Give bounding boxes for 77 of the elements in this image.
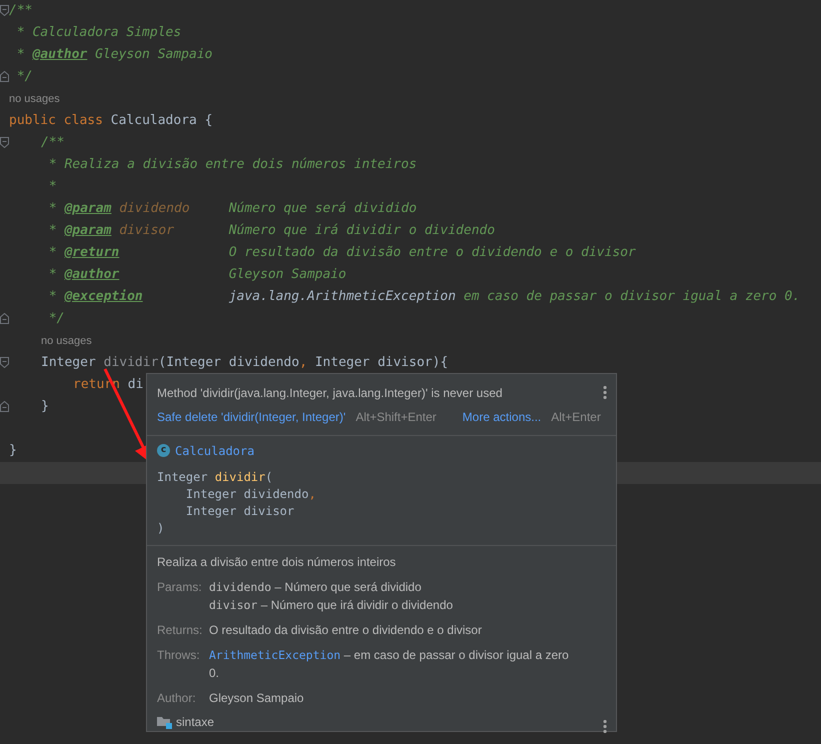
doc-comment: * Realiza a divisão entre dois números inteiros [48,157,417,172]
doc-description: Número que será dividido [228,201,417,216]
doc-description: Gleyson Sampaio [228,267,346,282]
code-text: di [128,377,144,392]
code-text: } [41,399,49,414]
param-name: divisor [119,223,174,238]
section-label: Author: [157,690,197,707]
code-text: Integer [41,355,96,370]
section-value: O resultado da divisão entre o dividendo e o divisor [209,622,483,639]
usage-hint: no usages [9,93,60,105]
comment-text: * [48,267,57,282]
code-text: Integer divisor){ [314,355,448,370]
fold-icon[interactable] [0,5,9,16]
doc-comment: /** [41,135,64,150]
comment-text: * [48,289,57,304]
section-value: ArithmeticException – em caso de passar o divisor igual a zero 0. [209,647,569,682]
section-value: dividendo – Número que será dividido [209,579,422,596]
inspection-message: Method 'dividir(java.lang.Integer, java.lang.Integer)' is never used [157,385,504,401]
module-name: sintaxe [176,715,214,729]
comment-text: * [48,223,57,238]
doc-comment: */ [48,311,64,326]
code-punctuation: , [299,355,308,370]
code-keyword: class [64,113,103,128]
doc-tag: @return [64,245,120,260]
shortcut-hint: Alt+Shift+Enter [356,409,436,425]
more-options-icon[interactable] [603,386,607,399]
doc-description: Realiza a divisão entre dois números inteiros [157,554,397,571]
return-type: Integer [157,470,208,484]
doc-comment: * [48,179,57,194]
section-label: Params: [157,579,203,596]
doc-description: Número que irá dividir o dividendo [228,223,495,238]
comment-text: * [16,47,25,62]
section-label: Returns: [157,622,204,639]
code-punctuation: , [308,487,316,501]
parenthesis: ( [265,470,273,484]
section-value: divisor – Número que irá dividir o dividendo [209,597,454,614]
shortcut-hint: Alt+Enter [551,409,601,425]
doc-comment: */ [16,69,32,84]
fold-icon[interactable] [0,137,9,148]
fold-icon[interactable] [0,71,9,82]
fold-icon[interactable] [0,401,9,412]
parameter-declaration: Integer dividendo [186,487,309,501]
section-label: Throws: [157,647,201,664]
doc-comment: /** [9,3,32,18]
doc-tag: @exception [64,289,143,304]
comment-text: * [48,245,57,260]
usage-hint: no usages [41,335,92,347]
parameter-declaration: Integer divisor [186,504,294,518]
fold-icon[interactable] [0,313,9,324]
method-name: dividir [214,470,266,484]
doc-description: O resultado da divisão entre o dividendo e o divisor [228,245,636,260]
type-link[interactable]: ArithmeticException [209,648,341,662]
code-keyword: public [9,113,56,128]
folder-icon [157,716,172,728]
code-text: { [204,113,213,128]
doc-description: em caso de passar o divisor igual a zero 0. [464,289,800,304]
parenthesis: ) [157,521,164,535]
more-options-icon[interactable] [603,720,607,733]
class-name: Calculadora [110,113,197,128]
class-link[interactable]: Calculadora [175,444,254,458]
exception-reference: java.lang.ArithmeticException [228,289,456,304]
doc-tag: @param [64,201,112,216]
param-name: dividendo [119,201,190,216]
action-link[interactable]: More actions... [462,409,542,425]
doc-description: Gleyson Sampaio [95,47,212,62]
code-text: (Integer dividendo [158,355,300,370]
code-text: } [9,443,17,458]
method-name: dividir [104,355,158,370]
doc-comment: * Calculadora Simples [16,25,182,40]
doc-tag: @author [32,47,88,62]
doc-tag: @param [64,223,112,238]
action-link[interactable]: Safe delete 'dividir(Integer, Integer)' [157,409,346,425]
comment-text: * [48,201,57,216]
section-value: Gleyson Sampaio [209,690,305,707]
fold-icon[interactable] [0,357,9,368]
class-icon: c [157,444,170,457]
doc-tag: @author [64,267,120,282]
